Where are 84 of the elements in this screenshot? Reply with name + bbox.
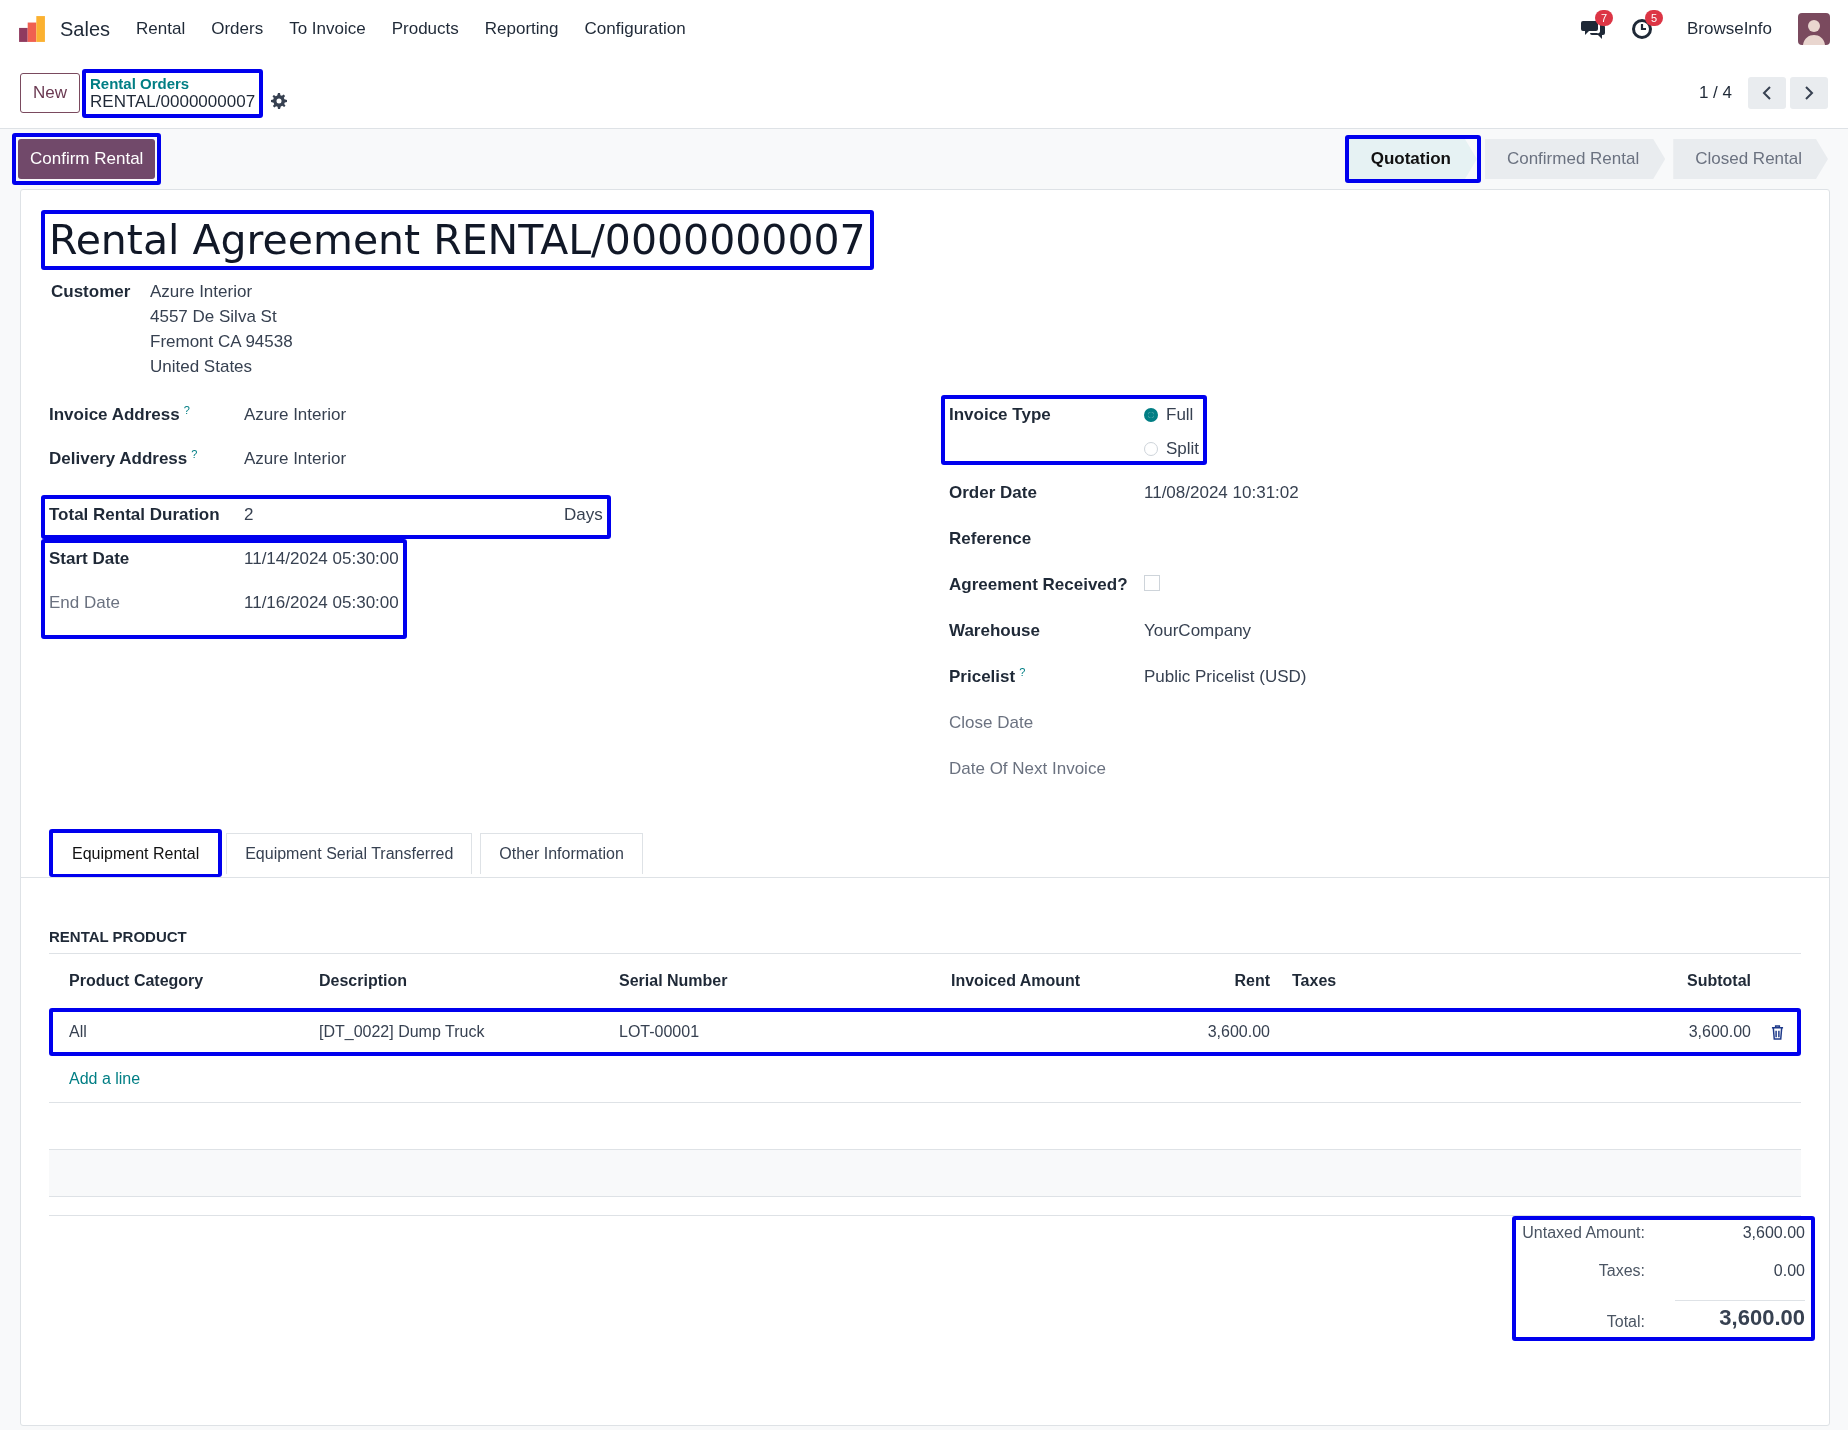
total-value: 0.00 [1772, 1262, 1805, 1280]
field-label: Date Of Next Invoice [949, 759, 1106, 779]
table-cell-text: LOT-00001 [618, 1023, 701, 1041]
tab[interactable]: Other Information [480, 833, 643, 874]
menu-item[interactable]: Products [391, 19, 459, 39]
table-cell-text: 3,600.00 [1687, 1023, 1752, 1041]
column-header[interactable]: Product Category [53, 972, 303, 990]
app-logo-icon[interactable] [18, 15, 46, 43]
field-label: Close Date [949, 713, 1034, 733]
customer-address-line: Fremont CA 94538 [150, 332, 293, 352]
menu-item[interactable]: Rental [136, 19, 186, 39]
radio-button[interactable] [1144, 408, 1158, 422]
field-label: Invoice Type [949, 405, 1051, 425]
table-cell-text: [DT_0022] Dump Truck [318, 1023, 486, 1041]
checkbox[interactable] [1144, 575, 1160, 591]
menu-item[interactable]: Orders [211, 19, 264, 39]
field-label: Reference [949, 529, 1032, 549]
help-tooltip-mark[interactable]: ? [191, 449, 198, 460]
field-label: End Date [49, 593, 120, 613]
unit-label: Days [564, 505, 603, 525]
settings-icon[interactable] [271, 93, 288, 109]
field-value[interactable]: 2 [244, 505, 564, 525]
column-header[interactable]: Serial Number [603, 972, 935, 990]
field-value[interactable]: 11/16/2024 05:30:00 [244, 593, 399, 613]
status-stage[interactable]: Confirmed Rental [1484, 139, 1666, 179]
form-title: Rental Agreement RENTAL/0000000007 [49, 215, 866, 266]
field-label: Warehouse [949, 621, 1040, 641]
field-value[interactable]: 11/14/2024 05:30:00 [244, 549, 399, 569]
field-value[interactable]: Public Pricelist (USD) [1144, 667, 1307, 687]
column-header[interactable]: Taxes [1276, 972, 1587, 990]
menu-item[interactable]: To Invoice [289, 19, 366, 39]
field-value[interactable]: Azure Interior [244, 405, 347, 425]
menu-item[interactable]: Configuration [584, 19, 686, 39]
total-label: Untaxed Amount: [1522, 1224, 1645, 1242]
section-title: RENTAL PRODUCT [49, 928, 1801, 954]
record-name: RENTAL/0000000007 [90, 91, 256, 112]
column-header[interactable]: Description [303, 972, 603, 990]
field-value[interactable]: YourCompany [1144, 621, 1252, 641]
avatar-icon[interactable] [1798, 13, 1830, 45]
field-label: Total Rental Duration [49, 505, 220, 525]
status-stage[interactable]: Closed Rental [1673, 139, 1828, 179]
column-header[interactable]: Invoiced Amount [935, 972, 1178, 990]
chevron-right-icon [1803, 85, 1815, 101]
menu-item[interactable]: Reporting [484, 19, 559, 39]
total-label: Taxes: [1597, 1262, 1645, 1280]
help-tooltip-mark[interactable]: ? [183, 405, 190, 416]
field-value[interactable]: 11/08/2024 10:31:02 [1144, 483, 1299, 503]
previous-button[interactable] [1748, 77, 1786, 109]
field-label: Invoice Address [49, 405, 180, 425]
field-label: Order Date [949, 483, 1037, 503]
column-header[interactable]: Subtotal [1587, 972, 1757, 990]
delete-icon[interactable] [1770, 1024, 1784, 1040]
message-count-badge: 7 [1594, 10, 1614, 26]
tab[interactable]: Equipment Serial Transferred [226, 833, 473, 874]
add-line-link[interactable]: Add a line [69, 1070, 141, 1088]
activity-count-badge: 5 [1644, 10, 1664, 26]
total-label: Total: [1605, 1313, 1645, 1331]
next-button[interactable] [1790, 77, 1828, 109]
field-label: Delivery Address [49, 449, 188, 469]
clock-icon[interactable] [1630, 18, 1653, 40]
total-value: 3,600.00 [1675, 1300, 1805, 1331]
customer-address-line: United States [150, 357, 254, 377]
chevron-left-icon [1761, 85, 1773, 101]
pager-value: 1 / 4 [1698, 83, 1732, 103]
field-label: Agreement Received? [949, 575, 1128, 595]
column-header[interactable]: Rent [1178, 972, 1276, 990]
help-tooltip-mark[interactable]: ? [1019, 667, 1026, 678]
radio-label[interactable]: Full [1166, 405, 1194, 425]
user-name[interactable]: BrowseInfo [1686, 19, 1772, 39]
app-name[interactable]: Sales [60, 17, 111, 41]
confirm-rental-button[interactable]: Confirm Rental [18, 139, 156, 179]
status-stage[interactable]: Quotation [1348, 139, 1477, 179]
field-label: Start Date [49, 549, 130, 569]
customer-address-line: 4557 De Silva St [150, 307, 278, 327]
table-cell-text: All [68, 1023, 88, 1041]
new-button[interactable]: New [20, 73, 80, 113]
field-label: Customer [51, 282, 132, 303]
field-value[interactable]: Azure Interior [244, 449, 347, 469]
table-cell-text: 3,600.00 [1206, 1023, 1271, 1041]
radio-label[interactable]: Split [1166, 439, 1200, 459]
field-label: Pricelist [949, 667, 1016, 687]
total-value: 3,600.00 [1741, 1224, 1805, 1242]
breadcrumb-link[interactable]: Rental Orders [90, 74, 256, 92]
customer-address-line: Azure Interior [150, 282, 254, 302]
